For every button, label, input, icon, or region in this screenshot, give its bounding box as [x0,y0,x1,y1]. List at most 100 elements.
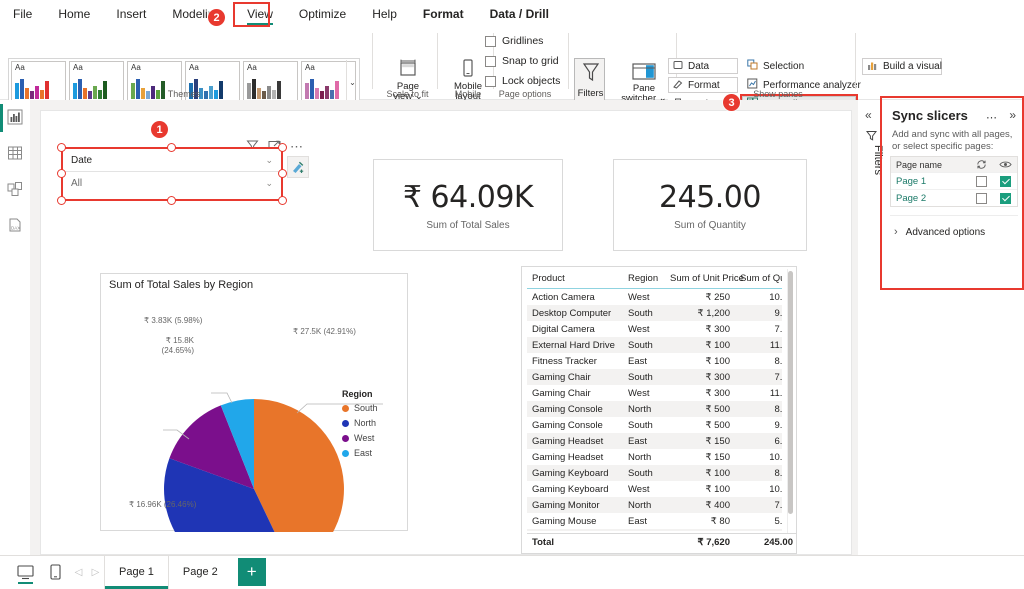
pane-button-selection[interactable]: Selection [742,58,850,74]
pie-chart-visual[interactable]: Sum of Total Sales by Region ₹ 27.5K (42… [100,273,408,532]
column-header-product[interactable]: Product [527,270,623,289]
nav-item-report-view[interactable] [0,100,30,136]
ribbon-tab-format[interactable]: Format [410,0,477,28]
ribbon-tab-help[interactable]: Help [359,0,410,28]
sync-checkbox-page-2[interactable] [975,192,987,204]
page-tab-page-2[interactable]: Page 2 [169,556,232,589]
data-table-visual[interactable]: Product Region Sum of Unit Price Sum of … [521,266,797,554]
table-row[interactable]: Gaming ChairSouth₹ 3007.00 [527,369,782,385]
kpi-card-total-sales[interactable]: ₹ 64.09K Sum of Total Sales [373,159,563,251]
cell-region: South [623,305,665,321]
resize-handle-e[interactable] [278,169,287,178]
pane-switcher-button[interactable]: Pane switcher ⌄ [615,58,673,104]
page-tab-page-1[interactable]: Page 1 [104,555,169,589]
table-row[interactable]: Gaming Chair West ₹ 300 11.00 [527,385,782,401]
collapsed-filters-rail[interactable]: « Filters [858,100,884,555]
resize-handle-nw[interactable] [57,143,66,152]
next-page-arrow-icon[interactable]: ▷ [87,556,104,589]
resize-handle-sw[interactable] [57,196,66,205]
desktop-layout-icon[interactable] [10,556,40,589]
report-page-canvas[interactable]: ⋯ Date ⌄ All ⌄ ₹ 64.09K Sum of Total Sal… [40,110,852,555]
column-header-unit-price[interactable]: Sum of Unit Price [665,270,744,289]
previous-page-arrow-icon[interactable]: ◁ [70,556,87,589]
checkbox-gridlines[interactable]: Gridlines [485,35,543,47]
tab-label: View [247,7,273,21]
slicer-value-row[interactable]: All ⌄ [63,172,281,195]
table-scroll-region[interactable]: Product Region Sum of Unit Price Sum of … [527,270,782,531]
legend-item-east[interactable]: East [342,448,378,458]
status-bar: ◁ ▷ Page 1 Page 2 + [0,555,1024,589]
table-row[interactable]: Gaming Keyboard West ₹ 100 10.00 [527,481,782,497]
advanced-options-row[interactable]: › Advanced options [894,226,985,238]
resize-handle-w[interactable] [57,169,66,178]
visible-checkbox-page-2[interactable] [999,192,1011,204]
expand-pane-chevron-icon[interactable]: « [865,108,872,122]
table-row[interactable]: Fitness Tracker East ₹ 100 8.00 [527,353,782,369]
badge-2: 2 [208,9,225,26]
checkbox-box-icon [485,55,496,67]
pie-data-label-south: ₹ 27.5K (42.91%) [293,327,356,336]
format-visual-button[interactable] [287,156,309,178]
table-row[interactable]: Gaming HeadsetEast₹ 1506.00 [527,433,782,449]
ribbon-body: Aa Aa Aa Aa Aa Aa ⌄ Themes Page view ⌄ Scale t… [0,28,1024,114]
mobile-layout-icon[interactable] [40,556,70,589]
date-slicer-visual[interactable]: Date ⌄ All ⌄ [63,149,281,199]
legend-item-south[interactable]: South [342,403,378,413]
nav-item-table-view[interactable] [0,136,30,172]
ribbon-tab-data-drill[interactable]: Data / Drill [477,0,562,28]
visible-checkbox-page-1[interactable] [999,175,1011,187]
cell-quantity: 6.00 [735,433,782,449]
checkbox-lock-objects[interactable]: Lock objects [485,75,560,87]
table-row[interactable]: Digital Camera West ₹ 300 7.00 [527,321,782,337]
ribbon-tab-file[interactable]: File [0,0,45,28]
chevron-down-icon[interactable]: ⌄ [265,178,273,189]
table-row[interactable]: Gaming MonitorNorth₹ 4007.00 [527,497,782,513]
resize-handle-se[interactable] [278,196,287,205]
collapse-pane-chevron-icon[interactable]: » [1009,108,1016,122]
page-name-label[interactable]: Page 2 [891,193,969,204]
table-row[interactable]: Gaming Headset North ₹ 150 10.00 [527,449,782,465]
nav-item-model-view[interactable] [0,172,30,208]
nav-item-dax-query-view[interactable]: DAX [0,208,30,244]
cell-region: South [623,369,665,385]
resize-handle-n[interactable] [167,143,176,152]
legend-item-north[interactable]: North [342,418,378,428]
page-name-label[interactable]: Page 1 [891,176,969,187]
checkbox-label: Snap to grid [502,55,559,67]
pane-button-data[interactable]: Data [668,58,738,74]
cell-unit-price: ₹ 1,200 [665,305,735,321]
slicer-field-row[interactable]: Date ⌄ [63,149,281,172]
legend-item-west[interactable]: West [342,433,378,443]
table-row[interactable]: External Hard DriveSouth₹ 10011.00 [527,337,782,353]
table-row[interactable]: Gaming Console South ₹ 500 9.00 [527,417,782,433]
table-row[interactable]: Gaming KeyboardSouth₹ 1008.00 [527,465,782,481]
table-row[interactable]: Gaming Mouse East ₹ 80 5.00 [527,513,782,529]
column-header-region[interactable]: Region [623,270,665,289]
sync-checkbox-page-1[interactable] [975,175,987,187]
table-row[interactable]: Action Camera West ₹ 250 10.00 [527,289,782,306]
table-row[interactable]: Desktop ComputerSouth₹ 1,2009.00 [527,305,782,321]
add-page-button[interactable]: + [237,558,266,586]
chevron-down-icon[interactable]: ⌄ [265,155,273,166]
ribbon-tab-view[interactable]: View [234,0,286,28]
cell-quantity: 11.00 [735,337,782,353]
resize-handle-ne[interactable] [278,143,287,152]
cell-quantity: 10.00 [769,483,782,495]
filters-pane-button[interactable]: Filters [574,58,605,103]
kpi-card-quantity[interactable]: 245.00 Sum of Quantity [613,159,807,251]
pane-more-options-icon[interactable]: ⋯ [986,111,998,124]
column-header-quantity[interactable]: Sum of Quantity [735,270,782,289]
table-scrollbar-thumb[interactable] [788,271,793,514]
table-row[interactable]: Gaming ConsoleNorth₹ 5008.00 [527,401,782,417]
sync-table-row-page-2: Page 2 [891,189,1017,206]
ribbon-tab-optimize[interactable]: Optimize [286,0,359,28]
table-row[interactable]: Gaming MouseNorth₹ 808.00 [527,529,782,531]
build-a-visual-button[interactable]: Build a visual [862,58,942,75]
more-options-icon[interactable]: ⋯ [290,140,304,153]
checkbox-snap-to-grid[interactable]: Snap to grid [485,55,559,67]
resize-handle-s[interactable] [167,196,176,205]
ribbon-tab-insert[interactable]: Insert [103,0,159,28]
checkbox-box-icon [485,35,496,47]
tab-label: Insert [116,7,147,21]
ribbon-tab-home[interactable]: Home [45,0,103,28]
